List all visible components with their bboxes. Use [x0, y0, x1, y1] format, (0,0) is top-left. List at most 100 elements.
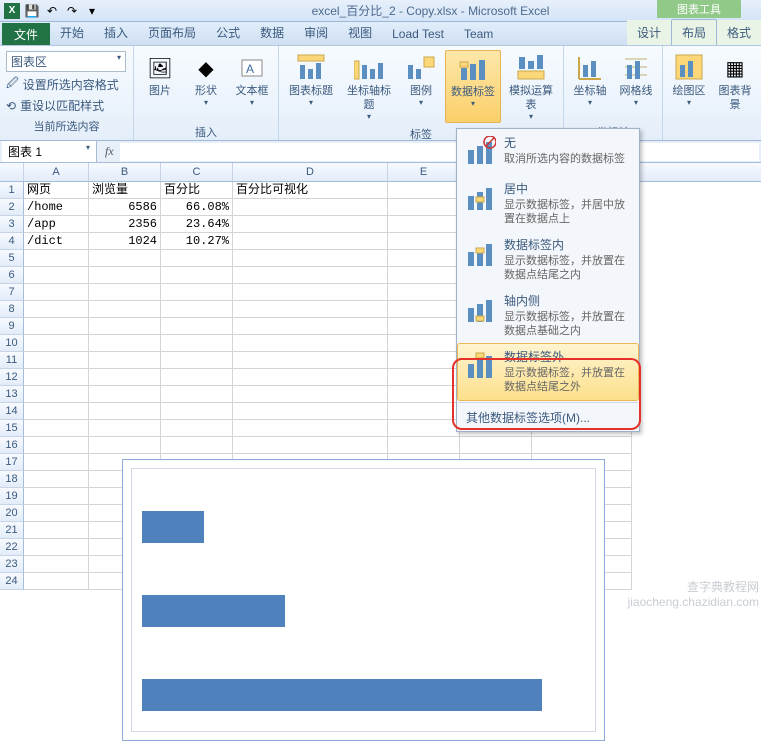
- row-header[interactable]: 12: [0, 369, 24, 386]
- cell[interactable]: [233, 301, 388, 318]
- row-header[interactable]: 4: [0, 233, 24, 250]
- row-header[interactable]: 16: [0, 437, 24, 454]
- tab-home[interactable]: 开始: [50, 20, 94, 45]
- plot-area-button[interactable]: 绘图区▾: [667, 50, 711, 140]
- menu-item-none[interactable]: 无取消所选内容的数据标签: [458, 130, 638, 176]
- cell[interactable]: [24, 284, 89, 301]
- cell[interactable]: [89, 318, 161, 335]
- cell[interactable]: [24, 505, 89, 522]
- cell[interactable]: [89, 301, 161, 318]
- cell[interactable]: [161, 437, 233, 454]
- cell[interactable]: [233, 369, 388, 386]
- picture-button[interactable]: 🖼图片: [138, 50, 182, 121]
- tab-file[interactable]: 文件: [2, 23, 50, 45]
- col-header[interactable]: C: [161, 163, 233, 181]
- cell[interactable]: [388, 182, 460, 199]
- cell[interactable]: [388, 369, 460, 386]
- textbox-button[interactable]: A文本框▾: [230, 50, 274, 121]
- shapes-button[interactable]: ◆形状▾: [184, 50, 228, 121]
- tab-data[interactable]: 数据: [250, 20, 294, 45]
- cell[interactable]: [24, 386, 89, 403]
- cell[interactable]: [89, 335, 161, 352]
- row-header[interactable]: 21: [0, 522, 24, 539]
- row-header[interactable]: 7: [0, 284, 24, 301]
- row-header[interactable]: 9: [0, 318, 24, 335]
- save-icon[interactable]: 💾: [24, 3, 40, 19]
- row-header[interactable]: 2: [0, 199, 24, 216]
- redo-icon[interactable]: ↷: [64, 3, 80, 19]
- menu-item-outside-end[interactable]: 数据标签外显示数据标签，并放置在数据点结尾之外: [458, 344, 638, 400]
- cell[interactable]: [24, 318, 89, 335]
- tab-review[interactable]: 审阅: [294, 20, 338, 45]
- cell[interactable]: /home: [24, 199, 89, 216]
- cell[interactable]: [388, 284, 460, 301]
- cell[interactable]: [89, 420, 161, 437]
- cell[interactable]: [24, 250, 89, 267]
- cell[interactable]: [233, 437, 388, 454]
- cell[interactable]: [388, 216, 460, 233]
- cell[interactable]: [388, 335, 460, 352]
- format-selection-button[interactable]: 🖉设置所选内容格式: [6, 73, 127, 96]
- cell[interactable]: [233, 216, 388, 233]
- cell[interactable]: [24, 369, 89, 386]
- cell[interactable]: [89, 250, 161, 267]
- cell[interactable]: [233, 420, 388, 437]
- row-header[interactable]: 11: [0, 352, 24, 369]
- cell[interactable]: 10.27%: [161, 233, 233, 250]
- formula-input[interactable]: [120, 143, 759, 161]
- cell[interactable]: [233, 250, 388, 267]
- row-header[interactable]: 22: [0, 539, 24, 556]
- cell[interactable]: [89, 437, 161, 454]
- row-header[interactable]: 10: [0, 335, 24, 352]
- tab-team[interactable]: Team: [454, 23, 503, 45]
- cell[interactable]: 2356: [89, 216, 161, 233]
- cell[interactable]: [233, 403, 388, 420]
- cell[interactable]: [388, 420, 460, 437]
- chart-bar[interactable]: [142, 595, 285, 627]
- row-header[interactable]: 18: [0, 471, 24, 488]
- cell[interactable]: /dict: [24, 233, 89, 250]
- chart-element-selector[interactable]: 图表区▾: [6, 51, 126, 72]
- tab-insert[interactable]: 插入: [94, 20, 138, 45]
- cell[interactable]: [161, 267, 233, 284]
- col-header[interactable]: D: [233, 163, 388, 181]
- cell[interactable]: [233, 267, 388, 284]
- plot-area[interactable]: [131, 468, 596, 732]
- cell[interactable]: [388, 267, 460, 284]
- cell[interactable]: [89, 284, 161, 301]
- chart-title-button[interactable]: 图表标题▾: [283, 50, 339, 123]
- cell[interactable]: [161, 369, 233, 386]
- row-header[interactable]: 5: [0, 250, 24, 267]
- cell[interactable]: [24, 403, 89, 420]
- cell[interactable]: 1024: [89, 233, 161, 250]
- data-table-button[interactable]: 模拟运算表▾: [503, 50, 559, 123]
- fx-icon[interactable]: fx: [99, 144, 120, 159]
- cell[interactable]: [89, 403, 161, 420]
- cell[interactable]: [89, 352, 161, 369]
- cell[interactable]: [24, 352, 89, 369]
- axes-button[interactable]: 坐标轴▾: [568, 50, 612, 121]
- col-header[interactable]: E: [388, 163, 460, 181]
- tab-design[interactable]: 设计: [627, 20, 671, 45]
- cell[interactable]: [24, 488, 89, 505]
- cell[interactable]: [388, 233, 460, 250]
- cell[interactable]: [24, 454, 89, 471]
- cell[interactable]: [24, 437, 89, 454]
- cell[interactable]: 网页: [24, 182, 89, 199]
- cell[interactable]: [24, 420, 89, 437]
- row-header[interactable]: 1: [0, 182, 24, 199]
- cell[interactable]: [388, 250, 460, 267]
- undo-icon[interactable]: ↶: [44, 3, 60, 19]
- menu-item-inside-base[interactable]: 轴内侧显示数据标签，并放置在数据点基础之内: [458, 288, 638, 344]
- cell[interactable]: [24, 301, 89, 318]
- cell[interactable]: [161, 386, 233, 403]
- axis-titles-button[interactable]: 坐标轴标题▾: [341, 50, 397, 123]
- name-box[interactable]: 图表 1▾: [2, 141, 97, 162]
- cell[interactable]: [24, 335, 89, 352]
- cell[interactable]: [89, 369, 161, 386]
- row-header[interactable]: 14: [0, 403, 24, 420]
- row-header[interactable]: 13: [0, 386, 24, 403]
- chart-bar[interactable]: [142, 679, 542, 711]
- cell[interactable]: [388, 199, 460, 216]
- col-header[interactable]: B: [89, 163, 161, 181]
